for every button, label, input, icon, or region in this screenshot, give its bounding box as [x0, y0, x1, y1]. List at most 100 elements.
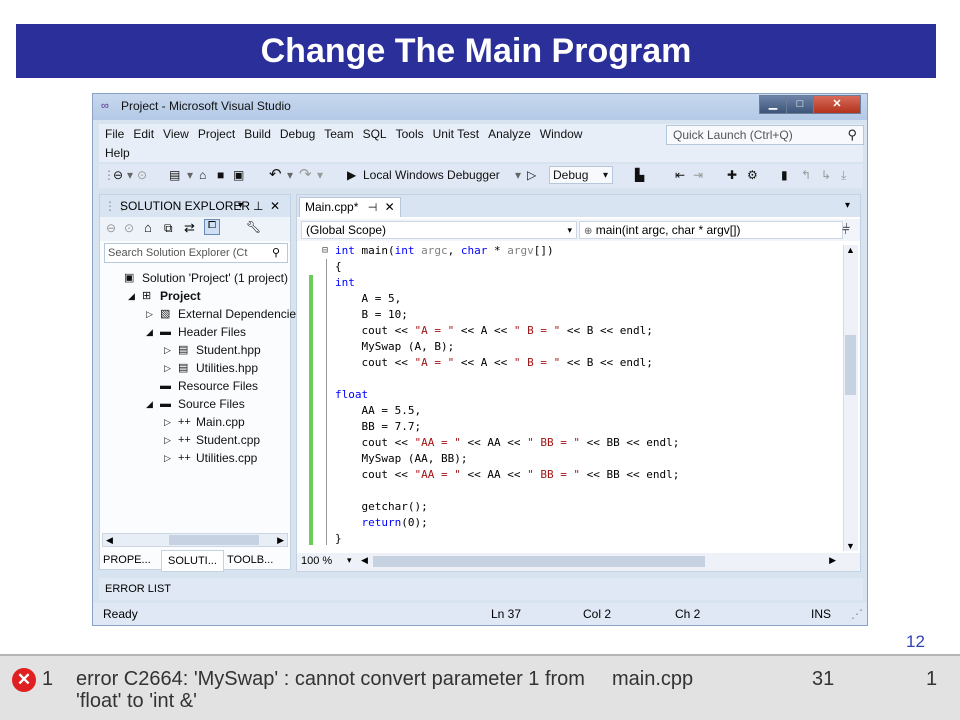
scroll-thumb[interactable]: [169, 535, 259, 545]
redo-icon[interactable]: ↷: [299, 165, 312, 183]
code-line[interactable]: BB = 7.7;: [335, 419, 421, 435]
error-list-panel-tab[interactable]: ERROR LIST: [99, 578, 863, 600]
code-line[interactable]: float: [335, 387, 368, 403]
code-line[interactable]: cout << "A = " << A << " B = " << B << e…: [335, 323, 652, 339]
close-button[interactable]: ✕: [813, 95, 861, 114]
tree-item[interactable]: ▷ ▤ Utilities.hpp: [100, 359, 290, 377]
menu-item-sql[interactable]: SQL: [363, 127, 387, 141]
tree-item[interactable]: ◢ ⊞ Project: [100, 287, 290, 305]
scroll-right-icon[interactable]: ▶: [277, 534, 284, 546]
tree-item[interactable]: ▷ ▤ Student.hpp: [100, 341, 290, 359]
start-debugging-icon[interactable]: ▶: [347, 168, 356, 182]
collapse-region-icon[interactable]: ⊟: [322, 245, 328, 256]
expanded-arrow-icon[interactable]: ◢: [146, 395, 156, 413]
tree-item[interactable]: ▷ ▧ External Dependencies: [100, 305, 302, 323]
debugger-target[interactable]: Local Windows Debugger: [363, 168, 500, 182]
tree-item[interactable]: ▣ Solution 'Project' (1 project): [100, 269, 290, 287]
collapsed-arrow-icon[interactable]: ▷: [164, 431, 174, 449]
tree-item[interactable]: ▷ ++ Student.cpp: [100, 431, 290, 449]
tab-pin-icon[interactable]: ⊣: [368, 202, 378, 214]
tree-item[interactable]: ◢ ▬ Header Files: [100, 323, 290, 341]
se-forward-icon[interactable]: ⊙: [124, 221, 134, 235]
collapse-all-icon[interactable]: ⧉: [164, 221, 173, 236]
menu-item-tools[interactable]: Tools: [396, 127, 424, 141]
code-line[interactable]: MySwap (AA, BB);: [335, 451, 467, 467]
expanded-arrow-icon[interactable]: ◢: [128, 287, 138, 305]
configuration-dropdown-icon[interactable]: ▾: [603, 170, 608, 181]
maximize-button[interactable]: □: [786, 95, 814, 114]
menu-item-view[interactable]: View: [163, 127, 189, 141]
code-line[interactable]: MySwap (A, B);: [335, 339, 454, 355]
se-back-icon[interactable]: ⊖: [106, 221, 116, 235]
save-all-icon[interactable]: ▣: [233, 168, 244, 182]
panel-close-icon[interactable]: ✕: [270, 195, 280, 217]
menu-item-file[interactable]: File: [105, 127, 124, 141]
tree-item[interactable]: ▷ ++ Utilities.cpp: [100, 449, 290, 467]
hscroll-right-icon[interactable]: ▶: [829, 555, 836, 566]
expanded-arrow-icon[interactable]: ◢: [146, 323, 156, 341]
tab-list-dropdown-icon[interactable]: ▾: [845, 200, 850, 211]
back-icon[interactable]: ⊖: [113, 168, 123, 182]
tab-toolbox[interactable]: TOOLB...: [227, 554, 273, 566]
tab-close-icon[interactable]: ✕: [385, 200, 395, 214]
collapsed-arrow-icon[interactable]: ▷: [164, 359, 174, 377]
open-file-icon[interactable]: ⌂: [199, 168, 206, 182]
next-bookmark-icon[interactable]: ↳: [821, 168, 831, 182]
panel-menu-icon[interactable]: ▾: [238, 195, 243, 217]
undo-icon[interactable]: ↶: [269, 165, 282, 183]
code-line[interactable]: A = 5,: [335, 291, 401, 307]
find-in-files-icon[interactable]: ▙: [635, 168, 644, 182]
menu-item-debug[interactable]: Debug: [280, 127, 315, 141]
menu-item-team[interactable]: Team: [324, 127, 353, 141]
collapsed-arrow-icon[interactable]: ▷: [164, 449, 174, 467]
show-all-files-icon[interactable]: ⧠: [204, 219, 220, 235]
sync-icon[interactable]: ⇄: [184, 220, 195, 236]
properties-wrench-icon[interactable]: 🔧︎: [246, 220, 261, 234]
code-line[interactable]: int main(int argc, char * argv[]): [335, 243, 554, 259]
quick-launch-input[interactable]: Quick Launch (Ctrl+Q): [666, 125, 864, 145]
window-title-bar[interactable]: ∞ Project - Microsoft Visual Studio ▁ □ …: [93, 94, 867, 120]
collapsed-arrow-icon[interactable]: ▷: [164, 341, 174, 359]
menu-item-window[interactable]: Window: [540, 127, 583, 141]
code-line[interactable]: int: [335, 275, 355, 291]
code-line[interactable]: cout << "AA = " << AA << " BB = " << BB …: [335, 467, 679, 483]
tree-item[interactable]: ◢ ▬ Source Files: [100, 395, 290, 413]
solution-explorer-icon[interactable]: ⚙: [747, 168, 758, 182]
clear-bookmarks-icon[interactable]: ⤓: [841, 168, 846, 183]
hscroll-left-icon[interactable]: ◀: [361, 555, 368, 566]
code-line[interactable]: AA = 5.5,: [335, 403, 421, 419]
member-dropdown[interactable]: ⊕ main(int argc, char * argv[]): [579, 221, 843, 239]
minimize-button[interactable]: ▁: [759, 95, 787, 114]
editor-vertical-scrollbar[interactable]: ▲ ▼: [843, 245, 858, 551]
pin-icon[interactable]: ⊥: [253, 195, 263, 217]
redo-dropdown-icon[interactable]: ▾: [317, 168, 323, 182]
new-item-dropdown-icon[interactable]: ▾: [187, 168, 193, 182]
code-line[interactable]: cout << "AA = " << AA << " BB = " << BB …: [335, 435, 679, 451]
menu-item-build[interactable]: Build: [244, 127, 271, 141]
menu-item-project[interactable]: Project: [198, 127, 235, 141]
vertical-scroll-thumb[interactable]: [845, 335, 856, 395]
code-line[interactable]: getchar();: [335, 499, 427, 515]
comment-out-icon[interactable]: ⇤: [675, 168, 685, 182]
debugger-dropdown-icon[interactable]: ▾: [515, 168, 521, 182]
resize-grip-icon[interactable]: ⋰: [851, 603, 863, 625]
save-icon[interactable]: ■: [217, 168, 224, 182]
home-icon[interactable]: ⌂: [144, 220, 152, 235]
code-line[interactable]: return(0);: [335, 515, 428, 531]
tab-solution-explorer[interactable]: SOLUTI...: [161, 550, 224, 572]
scroll-down-icon[interactable]: ▼: [846, 541, 855, 551]
search-icon[interactable]: ⚲: [847, 127, 857, 143]
tree-item[interactable]: ▷ ++ Main.cpp: [100, 413, 290, 431]
solution-explorer-search-input[interactable]: Search Solution Explorer (Ct: [104, 243, 288, 263]
menu-item-analyze[interactable]: Analyze: [488, 127, 531, 141]
zoom-level[interactable]: 100 %: [301, 555, 332, 567]
menu-item-unit-test[interactable]: Unit Test: [433, 127, 479, 141]
code-area[interactable]: ⊟ int main(int argc, char * argv[]){int …: [309, 243, 837, 553]
uncomment-icon[interactable]: ⇥: [693, 168, 703, 182]
undo-dropdown-icon[interactable]: ▾: [287, 168, 293, 182]
bookmark-icon[interactable]: ▮: [781, 168, 788, 182]
code-line[interactable]: B = 10;: [335, 307, 407, 323]
scroll-up-icon[interactable]: ▲: [846, 245, 855, 255]
split-window-icon[interactable]: ⫩: [842, 221, 850, 238]
start-without-debugging-icon[interactable]: ▷: [527, 168, 536, 182]
